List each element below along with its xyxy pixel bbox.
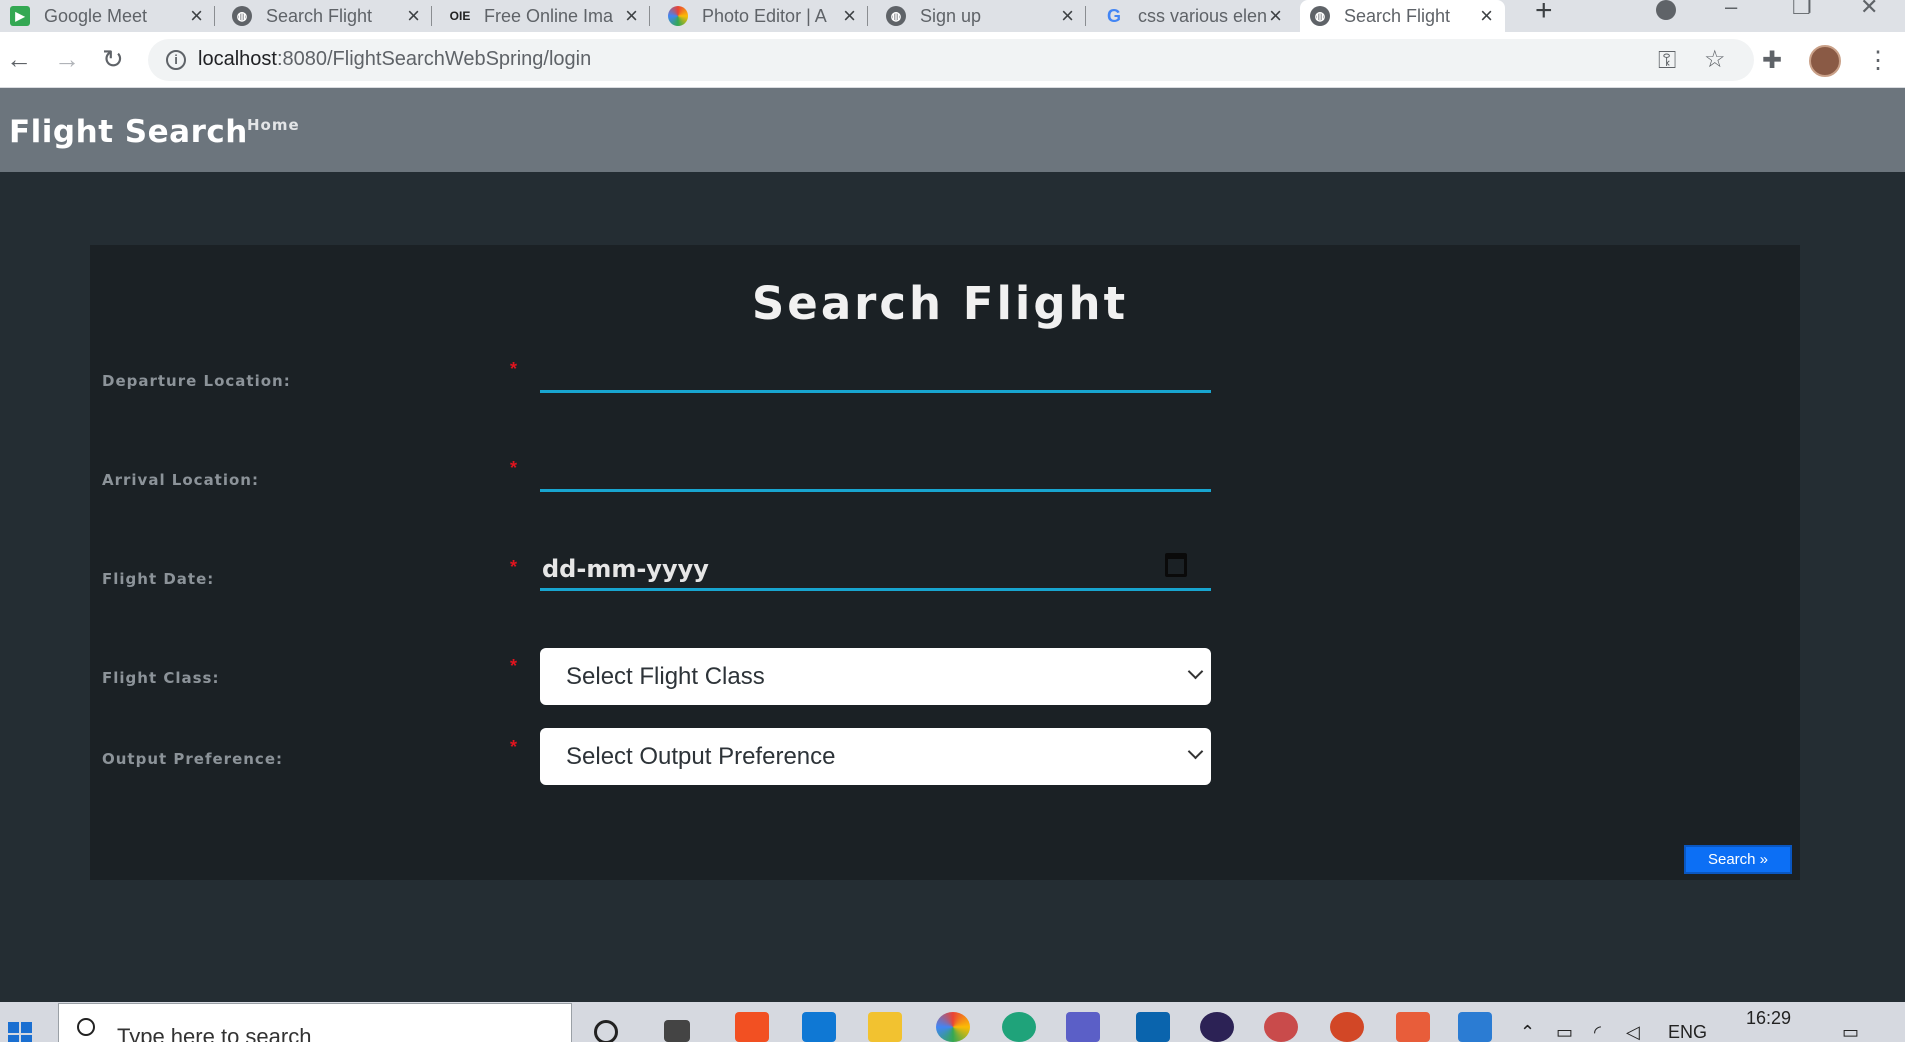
flight-date-label: Flight Date:: [102, 570, 215, 588]
browser-toolbar: ← → ↻ i localhost:8080/FlightSearchWebSp…: [0, 32, 1905, 88]
clock-time[interactable]: 16:29: [1746, 1008, 1791, 1029]
powerpoint-icon[interactable]: [1330, 1012, 1364, 1042]
date-placeholder: dd-mm-yyyy: [542, 555, 709, 583]
tab-title: Sign up: [920, 5, 982, 26]
departure-input[interactable]: [540, 357, 1211, 393]
tray-chevron-up-icon[interactable]: ⌃: [1520, 1022, 1535, 1042]
google-icon: G: [1106, 5, 1121, 26]
brand-title[interactable]: Flight Search: [9, 114, 248, 150]
address-bar[interactable]: i localhost:8080/FlightSearchWebSpring/l…: [148, 39, 1754, 81]
window-close-icon[interactable]: ✕: [1860, 0, 1878, 20]
browser-tab[interactable]: OIE Free Online Ima ×: [440, 0, 650, 32]
teams-icon[interactable]: [1066, 1012, 1100, 1042]
required-mark: *: [510, 557, 518, 577]
browser-tab[interactable]: ▶ Google Meet ×: [0, 0, 215, 32]
departure-label: Departure Location:: [102, 372, 291, 390]
browser-tab[interactable]: Photo Editor | A ×: [658, 0, 868, 32]
google-meet-icon: ▶: [10, 6, 30, 26]
avatar[interactable]: [1809, 45, 1841, 77]
tab-title: Search Flight: [266, 5, 373, 26]
windows-start-icon[interactable]: [8, 1022, 34, 1042]
required-mark: *: [510, 458, 518, 478]
nav-link-home[interactable]: Home: [247, 116, 300, 134]
reload-icon[interactable]: ↻: [102, 44, 124, 75]
minimize-icon[interactable]: –: [1725, 0, 1737, 20]
globe-icon: ◍: [232, 6, 252, 26]
back-arrow-icon[interactable]: ←: [6, 44, 32, 75]
app-navbar: Flight Search Home: [0, 88, 1905, 172]
oie-icon: OIE: [449, 9, 471, 23]
close-icon[interactable]: ×: [1061, 3, 1074, 29]
browser-tab[interactable]: ◍ Search Flight ×: [222, 0, 432, 32]
forward-arrow-icon[interactable]: →: [54, 44, 80, 75]
menu-dots-icon[interactable]: ⋮: [1866, 46, 1890, 75]
search-icon: [77, 1018, 95, 1036]
photo-editor-icon: [668, 6, 688, 26]
output-preference-selected: Select Output Preference: [566, 743, 836, 770]
edge-icon[interactable]: [1002, 1012, 1036, 1042]
close-icon[interactable]: ×: [843, 3, 856, 29]
arrival-input[interactable]: [540, 456, 1211, 492]
mail-icon[interactable]: [802, 1012, 836, 1042]
app-icon[interactable]: [1396, 1012, 1430, 1042]
output-preference-label: Output Preference:: [102, 750, 283, 768]
key-icon[interactable]: ⚿: [1658, 47, 1676, 75]
close-icon[interactable]: ×: [625, 3, 638, 29]
flight-class-select[interactable]: Select Flight Class: [540, 648, 1211, 705]
required-mark: *: [510, 359, 518, 379]
close-icon[interactable]: ×: [1269, 3, 1282, 29]
calendar-icon[interactable]: [1165, 553, 1187, 577]
globe-icon: ◍: [1310, 6, 1330, 26]
tab-title: Photo Editor | A: [702, 5, 827, 26]
tab-title: css various elen: [1138, 5, 1268, 26]
new-tab-icon[interactable]: +: [1535, 0, 1553, 28]
eclipse-icon[interactable]: [1200, 1012, 1234, 1042]
browser-tab[interactable]: ◍ Sign up ×: [876, 0, 1086, 32]
photos-icon[interactable]: [1458, 1012, 1492, 1042]
cortana-icon[interactable]: [594, 1020, 618, 1042]
notifications-icon[interactable]: ▭: [1842, 1022, 1859, 1042]
page-title: Search Flight: [751, 277, 1129, 330]
url-text[interactable]: localhost:8080/FlightSearchWebSpring/log…: [198, 48, 591, 71]
store-icon[interactable]: [735, 1012, 769, 1042]
wifi-icon[interactable]: ◜: [1594, 1022, 1601, 1042]
chevron-down-icon: [1187, 663, 1204, 680]
chrome-icon[interactable]: [936, 1012, 970, 1042]
required-mark: *: [510, 737, 518, 757]
tab-title: Google Meet: [44, 5, 148, 26]
snipping-tool-icon[interactable]: [1264, 1012, 1298, 1042]
browser-tab-strip: ▶ Google Meet × ◍ Search Flight × OIE Fr…: [0, 0, 1905, 32]
tab-title: Free Online Ima: [484, 5, 614, 26]
flight-class-selected: Select Flight Class: [566, 663, 765, 690]
taskbar-search-placeholder: Type here to search: [117, 1024, 312, 1042]
battery-icon[interactable]: ▭: [1556, 1022, 1573, 1042]
search-button[interactable]: Search »: [1684, 845, 1792, 874]
volume-icon[interactable]: ◁: [1626, 1022, 1640, 1042]
star-icon[interactable]: ☆: [1704, 45, 1726, 74]
chevron-down-icon: [1187, 743, 1204, 760]
close-icon[interactable]: ×: [407, 3, 420, 29]
tab-title: Search Flight: [1344, 5, 1451, 26]
extensions-icon[interactable]: ✚: [1762, 46, 1782, 75]
output-preference-select[interactable]: Select Output Preference: [540, 728, 1211, 785]
language-indicator[interactable]: ENG: [1668, 1022, 1707, 1042]
file-explorer-icon[interactable]: [868, 1012, 902, 1042]
browser-tab[interactable]: G css various elen ×: [1094, 0, 1294, 32]
site-info-icon[interactable]: i: [166, 50, 186, 70]
restore-icon[interactable]: ❐: [1792, 0, 1812, 20]
task-view-icon[interactable]: [664, 1020, 690, 1042]
outlook-icon[interactable]: [1136, 1012, 1170, 1042]
windows-taskbar: Type here to search ⌃ ▭ ◜ ◁ ENG 16:29 ▭: [0, 1002, 1905, 1042]
flight-date-input[interactable]: dd-mm-yyyy: [540, 549, 1211, 591]
taskbar-search-box[interactable]: Type here to search: [58, 1003, 572, 1042]
arrival-label: Arrival Location:: [102, 471, 259, 489]
close-icon[interactable]: ×: [1480, 3, 1493, 29]
flight-class-label: Flight Class:: [102, 669, 220, 687]
globe-icon: ◍: [886, 6, 906, 26]
search-flight-card: Search Flight Departure Location: * Arri…: [90, 245, 1800, 880]
tab-search-icon[interactable]: [1656, 0, 1676, 20]
required-mark: *: [510, 656, 518, 676]
close-icon[interactable]: ×: [190, 3, 203, 29]
browser-tab-active[interactable]: ◍ Search Flight ×: [1300, 0, 1505, 32]
